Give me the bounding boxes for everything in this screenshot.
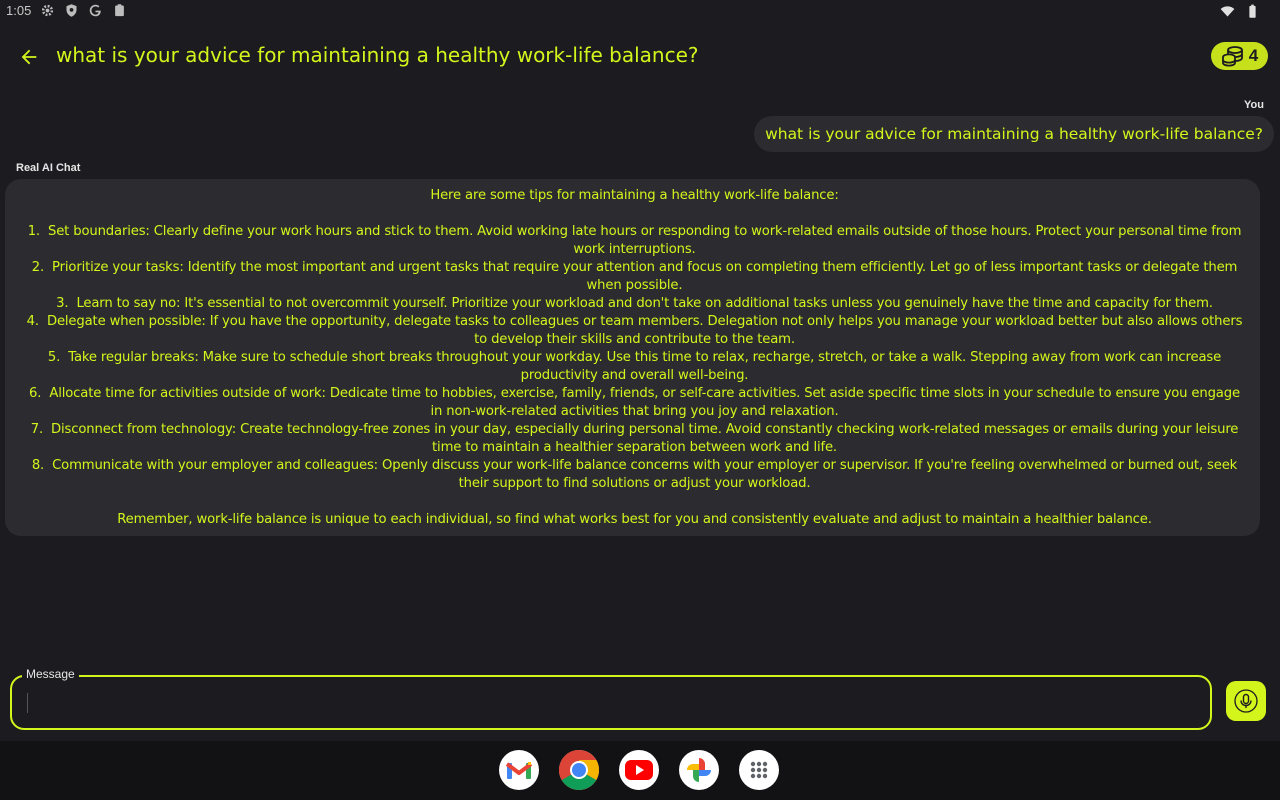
list-item-text: Set boundaries: Clearly define your work… [47, 224, 1242, 257]
list-item: 3. Learn to say no: It's essential to not… [23, 295, 1246, 313]
user-sender-label: You [1244, 99, 1264, 111]
youtube-icon [625, 760, 653, 780]
list-item-number: 3. [56, 296, 69, 311]
back-button[interactable] [14, 42, 44, 72]
coins-count: 4 [1248, 46, 1259, 65]
settings-icon [42, 4, 54, 17]
youtube-app-button[interactable] [619, 750, 659, 790]
list-item-number: 7. [30, 422, 44, 437]
coins-icon [1221, 46, 1243, 67]
list-item-text: Disconnect from technology: Create techn… [51, 422, 1239, 455]
list-item: 6. Allocate time for activities outside o… [23, 385, 1246, 421]
battery-icon [1249, 4, 1256, 18]
list-item-number: 2. [31, 260, 45, 275]
list-item-text: Take regular breaks: Make sure to schedu… [68, 350, 1222, 383]
page-title: what is your advice for maintaining a he… [56, 43, 699, 67]
arrow-back-icon [21, 49, 37, 65]
ai-message-outro: Remember, work-life balance is unique to… [117, 512, 1152, 527]
voice-input-button[interactable] [1226, 681, 1266, 721]
chrome-icon [559, 750, 599, 790]
list-item-number: 4. [26, 314, 39, 329]
top-app-bar: what is your advice for maintaining a he… [0, 30, 1280, 84]
wifi-icon [1220, 6, 1235, 17]
status-time: 1:05 [6, 3, 32, 18]
gmail-icon [505, 762, 533, 779]
list-item: 5. Take regular breaks: Make sure to sche… [23, 349, 1246, 385]
tips-list: 1. Set boundaries: Clearly define your wo… [23, 223, 1246, 493]
message-field-label: Message [22, 667, 79, 681]
list-item: 2. Prioritize your tasks: Identify the mo… [23, 259, 1246, 295]
list-item-number: 6. [29, 386, 42, 401]
status-bar: 1:05 [0, 0, 1280, 24]
gmail-app-button[interactable] [499, 750, 539, 790]
mic-icon [1234, 689, 1258, 713]
clipboard-icon [115, 4, 125, 17]
list-item: 4. Delegate when possible: If you have th… [23, 313, 1246, 349]
list-item-text: Learn to say no: It's essential to not o… [76, 296, 1213, 311]
list-item: 8. Communicate with your employer and col… [23, 457, 1246, 493]
navigation-dock [0, 741, 1280, 800]
photos-app-button[interactable] [679, 750, 719, 790]
ai-sender-label: Real AI Chat [16, 162, 81, 174]
coins-badge[interactable]: 4 [1211, 42, 1268, 70]
google-g-icon [90, 4, 102, 17]
list-item: 7. Disconnect from technology: Create tec… [23, 421, 1246, 457]
list-item-number: 5. [47, 350, 61, 365]
list-item-number: 1. [27, 224, 40, 239]
photos-icon [687, 758, 711, 782]
list-item-text: Delegate when possible: If you have the … [46, 314, 1243, 347]
chrome-app-button[interactable] [559, 750, 599, 790]
user-message-bubble[interactable]: what is your advice for maintaining a he… [754, 116, 1274, 152]
list-item-text: Allocate time for activities outside of … [49, 386, 1240, 419]
app-drawer-icon [750, 761, 768, 779]
list-item-text: Prioritize your tasks: Identify the most… [52, 260, 1238, 293]
message-input[interactable] [10, 675, 1212, 730]
app-drawer-button[interactable] [739, 750, 779, 790]
list-item-text: Communicate with your employer and colle… [52, 458, 1238, 491]
list-item-number: 8. [31, 458, 45, 473]
shield-icon [66, 4, 77, 17]
list-item: 1. Set boundaries: Clearly define your wo… [23, 223, 1246, 259]
text-cursor [27, 693, 28, 713]
ai-message-intro: Here are some tips for maintaining a hea… [430, 188, 839, 203]
ai-message-bubble[interactable]: Here are some tips for maintaining a hea… [5, 179, 1260, 536]
